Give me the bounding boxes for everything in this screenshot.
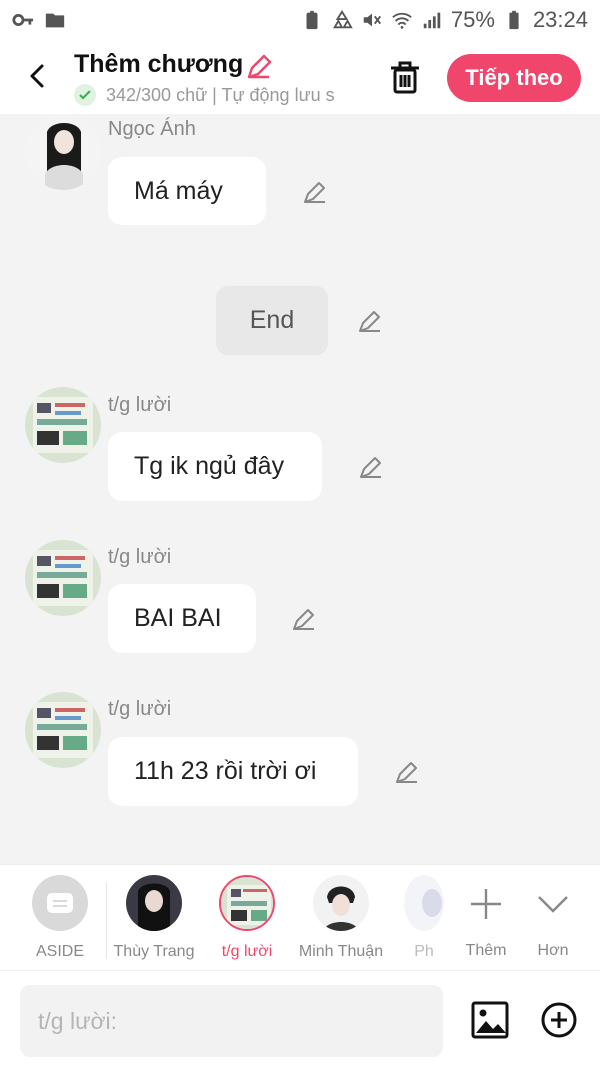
character-aside[interactable]: ASIDE [20, 875, 100, 961]
battery-percent: 75% [450, 7, 495, 32]
character-ph[interactable]: Ph [404, 875, 444, 961]
add-circle-icon[interactable] [540, 1001, 578, 1039]
more-label: Hơn [537, 942, 569, 959]
clock: 23:24 [532, 7, 588, 32]
edit-pencil-icon[interactable] [300, 177, 330, 207]
character-bar: ASIDE Thùy Trang t/g lười Minh Thuận Ph … [0, 864, 600, 970]
character-minh-thuan[interactable]: Minh Thuận [296, 875, 386, 961]
sender-name: t/g lười [108, 698, 172, 720]
signal-icon [423, 12, 441, 29]
sender-name: t/g lười [108, 546, 172, 568]
trash-icon[interactable] [386, 58, 424, 96]
screenshot-avatar-image [25, 692, 101, 768]
battery-icon [509, 10, 519, 30]
composer [0, 970, 600, 1067]
message-bubble[interactable]: Má máy [108, 157, 266, 225]
avatar[interactable] [25, 387, 101, 463]
chat-area: Ngọc Ánh Má máy End t/g lười Tg ik ngủ đ… [0, 114, 600, 864]
character-thuy-trang[interactable]: Thùy Trang [112, 875, 196, 961]
message-input[interactable] [20, 985, 443, 1057]
editor-header: Thêm chương 342/300 chữ | Tự động lưu s … [0, 40, 600, 114]
avatar [313, 875, 369, 931]
battery-saver-icon [306, 10, 318, 30]
character-tg-luoi[interactable]: t/g lười [212, 875, 282, 961]
avatar [126, 875, 182, 931]
edit-title-pencil-icon[interactable] [244, 52, 274, 82]
back-arrow-icon[interactable] [20, 58, 56, 94]
aside-icon [32, 875, 88, 931]
check-icon [74, 84, 96, 106]
key-icon [12, 14, 34, 26]
status-bar: 75% 23:24 [0, 0, 600, 40]
screenshot-avatar-image [25, 540, 101, 616]
chevron-down-icon [538, 896, 568, 913]
edit-pencil-icon[interactable] [356, 452, 386, 482]
character-label: Minh Thuận [298, 943, 384, 960]
screenshot-avatar-image [25, 387, 101, 463]
image-icon[interactable] [470, 1000, 510, 1040]
avatar[interactable] [25, 114, 101, 190]
word-count-text: 342/300 chữ | Tự động lưu s [106, 84, 335, 105]
edit-pencil-icon[interactable] [289, 604, 319, 634]
avatar[interactable] [25, 692, 101, 768]
next-button[interactable]: Tiếp theo [447, 54, 581, 102]
character-label: Ph [414, 943, 434, 960]
message-bubble[interactable]: Tg ik ngủ đây [108, 432, 322, 501]
character-label: ASIDE [35, 943, 84, 960]
avatar [404, 875, 444, 931]
character-label: Thùy Trang [113, 943, 195, 960]
message-bubble[interactable]: 11h 23 rồi trời ơi [108, 737, 358, 806]
narration-bubble[interactable]: End [216, 286, 328, 355]
sender-name: t/g lười [108, 394, 172, 416]
sender-name: Ngọc Ánh [108, 118, 196, 140]
folder-icon [45, 13, 65, 28]
avatar[interactable] [25, 540, 101, 616]
character-label: t/g lười [221, 943, 273, 960]
divider [106, 883, 107, 959]
avatar [219, 875, 275, 931]
recycle-icon [332, 10, 353, 29]
page-title: Thêm chương [74, 50, 244, 78]
add-label: Thêm [465, 942, 507, 959]
word-count-line: 342/300 chữ | Tự động lưu s [74, 84, 364, 106]
mute-icon [363, 13, 381, 27]
add-character-button[interactable]: Thêm [462, 875, 510, 960]
wifi-icon [392, 12, 412, 29]
plus-icon [471, 889, 501, 919]
message-bubble[interactable]: BAI BAI [108, 584, 256, 653]
more-button[interactable]: Hơn [530, 875, 576, 960]
edit-pencil-icon[interactable] [355, 306, 385, 336]
edit-pencil-icon[interactable] [392, 757, 422, 787]
anime-girl-avatar-image [25, 114, 101, 190]
